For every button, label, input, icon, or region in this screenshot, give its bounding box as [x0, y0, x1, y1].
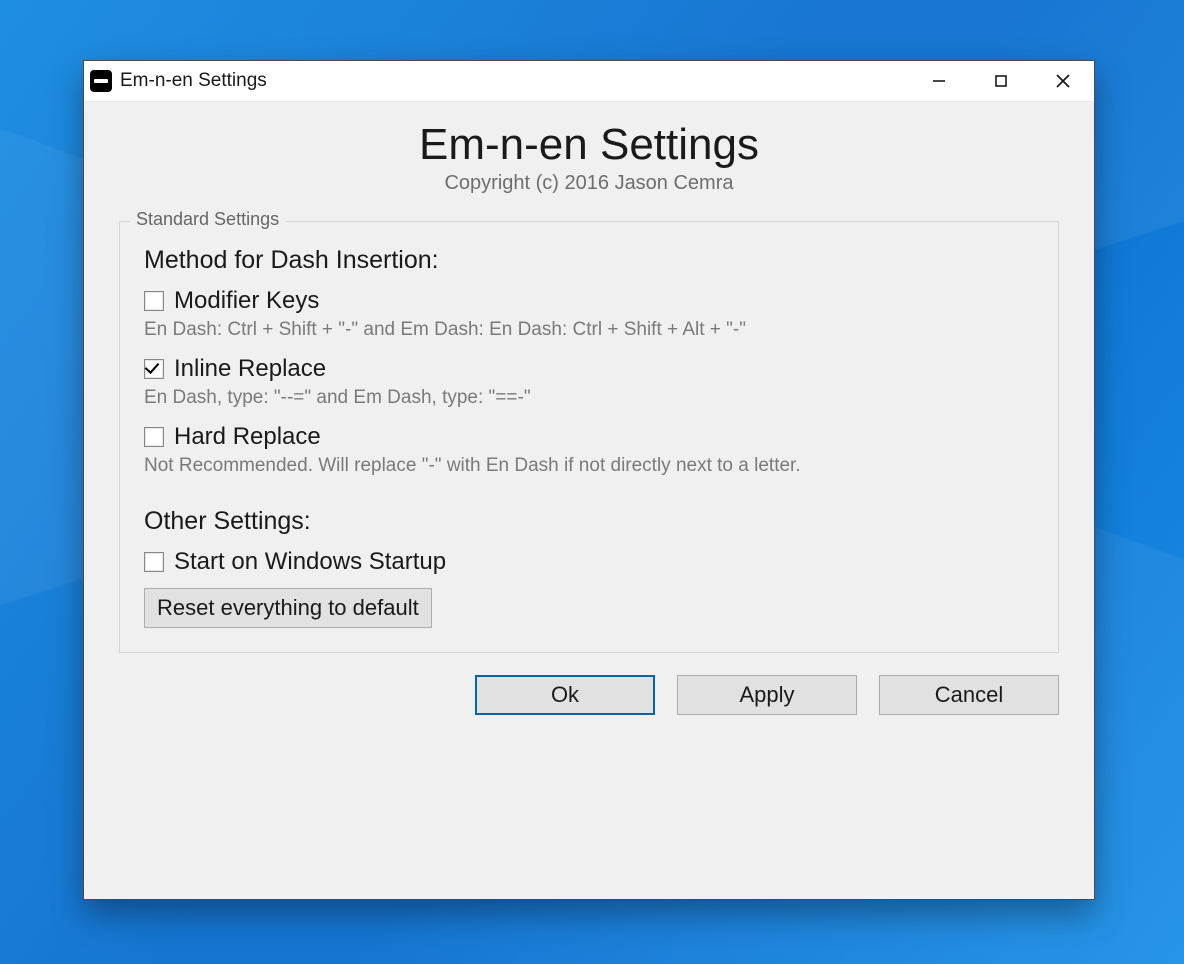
window-title: Em-n-en Settings — [120, 70, 267, 92]
option-modifier-keys: Modifier Keys En Dash: Ctrl + Shift + "-… — [144, 287, 1034, 341]
option-row[interactable]: Inline Replace — [144, 355, 1034, 383]
cancel-button[interactable]: Cancel — [879, 675, 1059, 715]
option-hard-replace: Hard Replace Not Recommended. Will repla… — [144, 423, 1034, 477]
option-inline-replace: Inline Replace En Dash, type: "--=" and … — [144, 355, 1034, 409]
other-section-title: Other Settings: — [144, 507, 1034, 536]
reset-button[interactable]: Reset everything to default — [144, 588, 432, 628]
checkbox-inline-replace[interactable] — [144, 359, 164, 379]
dialog-footer: Ok Apply Cancel — [84, 653, 1094, 715]
checkbox-hard-replace[interactable] — [144, 427, 164, 447]
option-label: Inline Replace — [174, 355, 326, 383]
option-label: Modifier Keys — [174, 287, 319, 315]
minimize-button[interactable] — [908, 61, 970, 101]
standard-settings-group: Standard Settings Method for Dash Insert… — [119, 221, 1059, 653]
page-title: Em-n-en Settings — [84, 120, 1094, 170]
maximize-button[interactable] — [970, 61, 1032, 101]
option-row[interactable]: Modifier Keys — [144, 287, 1034, 315]
checkbox-startup[interactable] — [144, 552, 164, 572]
window-client-area: Em-n-en Settings Copyright (c) 2016 Jaso… — [84, 102, 1094, 899]
option-row[interactable]: Hard Replace — [144, 423, 1034, 451]
ok-button[interactable]: Ok — [475, 675, 655, 715]
settings-window: Em-n-en Settings Em-n-en Settings Copyri… — [83, 60, 1095, 900]
minimize-icon — [932, 74, 946, 88]
copyright-text: Copyright (c) 2016 Jason Cemra — [84, 172, 1094, 195]
titlebar[interactable]: Em-n-en Settings — [84, 61, 1094, 102]
maximize-icon — [994, 74, 1008, 88]
apply-button[interactable]: Apply — [677, 675, 857, 715]
groupbox-legend: Standard Settings — [130, 209, 285, 230]
close-button[interactable] — [1032, 61, 1094, 101]
app-icon — [90, 70, 112, 92]
option-row[interactable]: Start on Windows Startup — [144, 548, 1034, 576]
desktop-background: Em-n-en Settings Em-n-en Settings Copyri… — [0, 0, 1184, 964]
option-description: En Dash: Ctrl + Shift + "-" and Em Dash:… — [144, 319, 1034, 341]
option-label: Hard Replace — [174, 423, 321, 451]
option-description: Not Recommended. Will replace "-" with E… — [144, 455, 1034, 477]
option-label: Start on Windows Startup — [174, 548, 446, 576]
option-startup: Start on Windows Startup — [144, 548, 1034, 576]
close-icon — [1055, 73, 1071, 89]
checkbox-modifier-keys[interactable] — [144, 291, 164, 311]
option-description: En Dash, type: "--=" and Em Dash, type: … — [144, 387, 1034, 409]
method-section-title: Method for Dash Insertion: — [144, 246, 1034, 275]
